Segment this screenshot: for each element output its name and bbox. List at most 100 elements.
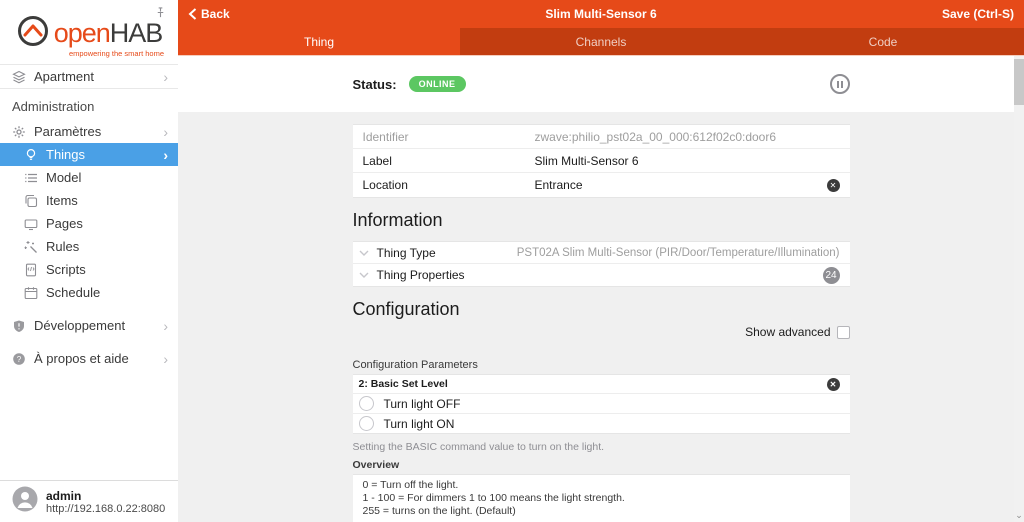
- sidebar-item-label: Rules: [46, 239, 80, 254]
- thing-properties-row[interactable]: Thing Properties 24: [353, 264, 850, 286]
- radio-turn-light-on[interactable]: [358, 416, 374, 431]
- sidebar-item-label: Things: [46, 147, 86, 162]
- main-panel: Slim Multi-Sensor 6 Back Save (Ctrl-S) T…: [178, 0, 1024, 522]
- sidebar-item-model[interactable]: Model: [0, 166, 178, 189]
- page-title: Slim Multi-Sensor 6: [545, 7, 657, 21]
- overview-line: 255 = turns on the light. (Default): [362, 505, 516, 517]
- user-account[interactable]: admin http://192.168.0.22:8080: [0, 480, 178, 522]
- sidebar-item-label: À propos et aide: [34, 351, 129, 366]
- calendar-icon: [24, 286, 46, 300]
- avatar: [12, 486, 38, 517]
- sidebar-item-label: Paramètres: [34, 124, 102, 139]
- thing-type-row[interactable]: Thing Type PST02A Slim Multi-Sensor (PIR…: [352, 242, 850, 264]
- show-advanced-label: Show advanced: [745, 325, 831, 339]
- param-basic-set-level-header: 2: Basic Set Level ✕: [353, 375, 850, 393]
- save-button[interactable]: Save (Ctrl-S): [942, 7, 1014, 21]
- location-value: Entrance: [534, 178, 583, 192]
- chevron-right-icon: ›: [163, 350, 168, 367]
- chevron-right-icon: ›: [163, 123, 168, 140]
- identifier-label: Identifier: [362, 129, 409, 144]
- option-label: Turn light OFF: [383, 396, 461, 411]
- show-advanced-row: Show advanced: [353, 325, 850, 339]
- sidebar-item-scripts[interactable]: Scripts: [0, 258, 178, 281]
- thing-properties-count-badge: 24: [822, 266, 840, 284]
- tab-bar: Thing Channels Code: [178, 28, 1024, 55]
- sidebar-item-parametres[interactable]: Paramètres ›: [0, 120, 178, 143]
- label-row[interactable]: Label Slim Multi-Sensor 6: [352, 149, 850, 173]
- sidebar-item-label: Pages: [46, 216, 83, 231]
- show-advanced-checkbox[interactable]: [836, 325, 850, 339]
- sidebar-item-apartment[interactable]: Apartment ›: [0, 65, 178, 88]
- status-band: Status: ONLINE: [178, 56, 1024, 112]
- overview-line: 0 = Turn off the light.: [362, 479, 459, 491]
- gear-icon: [12, 125, 34, 139]
- sidebar-item-pages[interactable]: Pages: [0, 212, 178, 235]
- sidebar-item-things[interactable]: Things ›: [0, 143, 178, 166]
- lightbulb-icon: [24, 148, 46, 162]
- sidebar-item-label: Model: [46, 170, 82, 185]
- server-url: http://192.168.0.22:8080: [46, 502, 166, 515]
- sidebar: openHAB empowering the smart home Apartm…: [0, 0, 178, 522]
- chevron-left-icon: [188, 8, 197, 20]
- sidebar-item-developpement[interactable]: Développement ›: [0, 314, 178, 337]
- sidebar-item-label: Scripts: [46, 262, 86, 277]
- overview-card: 0 = Turn off the light. 1 - 100 = For di…: [352, 474, 850, 522]
- list-icon: [24, 171, 46, 185]
- scrollbar[interactable]: ⌄: [1014, 56, 1024, 522]
- svg-text:?: ?: [17, 354, 22, 363]
- script-icon: [24, 263, 46, 277]
- sidebar-item-apropos[interactable]: ? À propos et aide ›: [0, 347, 178, 370]
- sidebar-item-label: Développement: [34, 318, 126, 333]
- sidebar-item-schedule[interactable]: Schedule: [0, 281, 178, 304]
- information-card: Thing Type PST02A Slim Multi-Sensor (PIR…: [352, 241, 850, 287]
- tab-thing[interactable]: Thing: [178, 28, 460, 55]
- sidebar-item-label: Items: [46, 193, 78, 208]
- option-turn-light-off[interactable]: Turn light OFF: [352, 393, 850, 413]
- openhab-logo-icon: [16, 14, 50, 53]
- thing-tab-content: Status: ONLINE Identifier zwave:philio_p…: [178, 55, 1024, 522]
- pause-button[interactable]: [829, 74, 850, 94]
- developer-tools-icon: [12, 319, 34, 333]
- radio-turn-light-off[interactable]: [358, 396, 374, 411]
- location-row[interactable]: Location Entrance ✕: [353, 173, 850, 197]
- scrollbar-thumb[interactable]: [1014, 59, 1024, 105]
- copy-icon: [24, 194, 46, 208]
- configuration-parameters-label: Configuration Parameters: [352, 359, 478, 371]
- configuration-heading: Configuration: [352, 299, 460, 319]
- wand-icon: [24, 240, 46, 254]
- chevron-down-icon: [359, 250, 369, 256]
- param-title: 2: Basic Set Level: [358, 378, 448, 390]
- scroll-down-arrow-icon[interactable]: ⌄: [1014, 510, 1024, 521]
- tab-channels[interactable]: Channels: [460, 28, 742, 55]
- monitor-icon: [24, 217, 46, 231]
- param-description: Setting the BASIC command value to turn …: [352, 441, 605, 453]
- label-label: Label: [362, 153, 392, 168]
- pin-sidebar-icon[interactable]: [155, 5, 166, 23]
- sidebar-item-items[interactable]: Items: [0, 189, 178, 212]
- brand-tagline: empowering the smart home: [68, 49, 164, 58]
- param-basic-set-level-card: 2: Basic Set Level ✕ Turn light OFF Turn…: [352, 374, 850, 434]
- option-turn-light-on[interactable]: Turn light ON: [352, 413, 850, 433]
- layers-icon: [12, 70, 34, 84]
- information-heading: Information: [352, 210, 443, 230]
- brand-open: open: [53, 18, 111, 48]
- sidebar-item-rules[interactable]: Rules: [0, 235, 178, 258]
- overview-label: Overview: [352, 459, 400, 471]
- thing-properties-label: Thing Properties: [376, 268, 465, 282]
- label-value: Slim Multi-Sensor 6: [534, 153, 639, 168]
- clear-param-icon[interactable]: ✕: [826, 377, 840, 391]
- user-name: admin: [46, 488, 82, 503]
- navbar: Slim Multi-Sensor 6 Back Save (Ctrl-S): [178, 0, 1024, 28]
- overview-line: 1 - 100 = For dimmers 1 to 100 means the…: [362, 492, 625, 504]
- chevron-right-icon: ›: [163, 317, 168, 334]
- chevron-down-icon: [359, 272, 369, 278]
- back-button[interactable]: Back: [188, 7, 230, 21]
- sidebar-item-label: Schedule: [46, 285, 101, 300]
- thing-type-value: PST02A Slim Multi-Sensor (PIR/Door/Tempe…: [516, 246, 840, 259]
- clear-location-icon[interactable]: ✕: [826, 178, 840, 192]
- chevron-right-icon: ›: [163, 68, 168, 85]
- status-label: Status:: [352, 76, 397, 92]
- sidebar-section-administration: Administration: [12, 99, 95, 114]
- identifier-row: Identifier zwave:philio_pst02a_00_000:61…: [352, 125, 850, 149]
- tab-code[interactable]: Code: [742, 28, 1024, 55]
